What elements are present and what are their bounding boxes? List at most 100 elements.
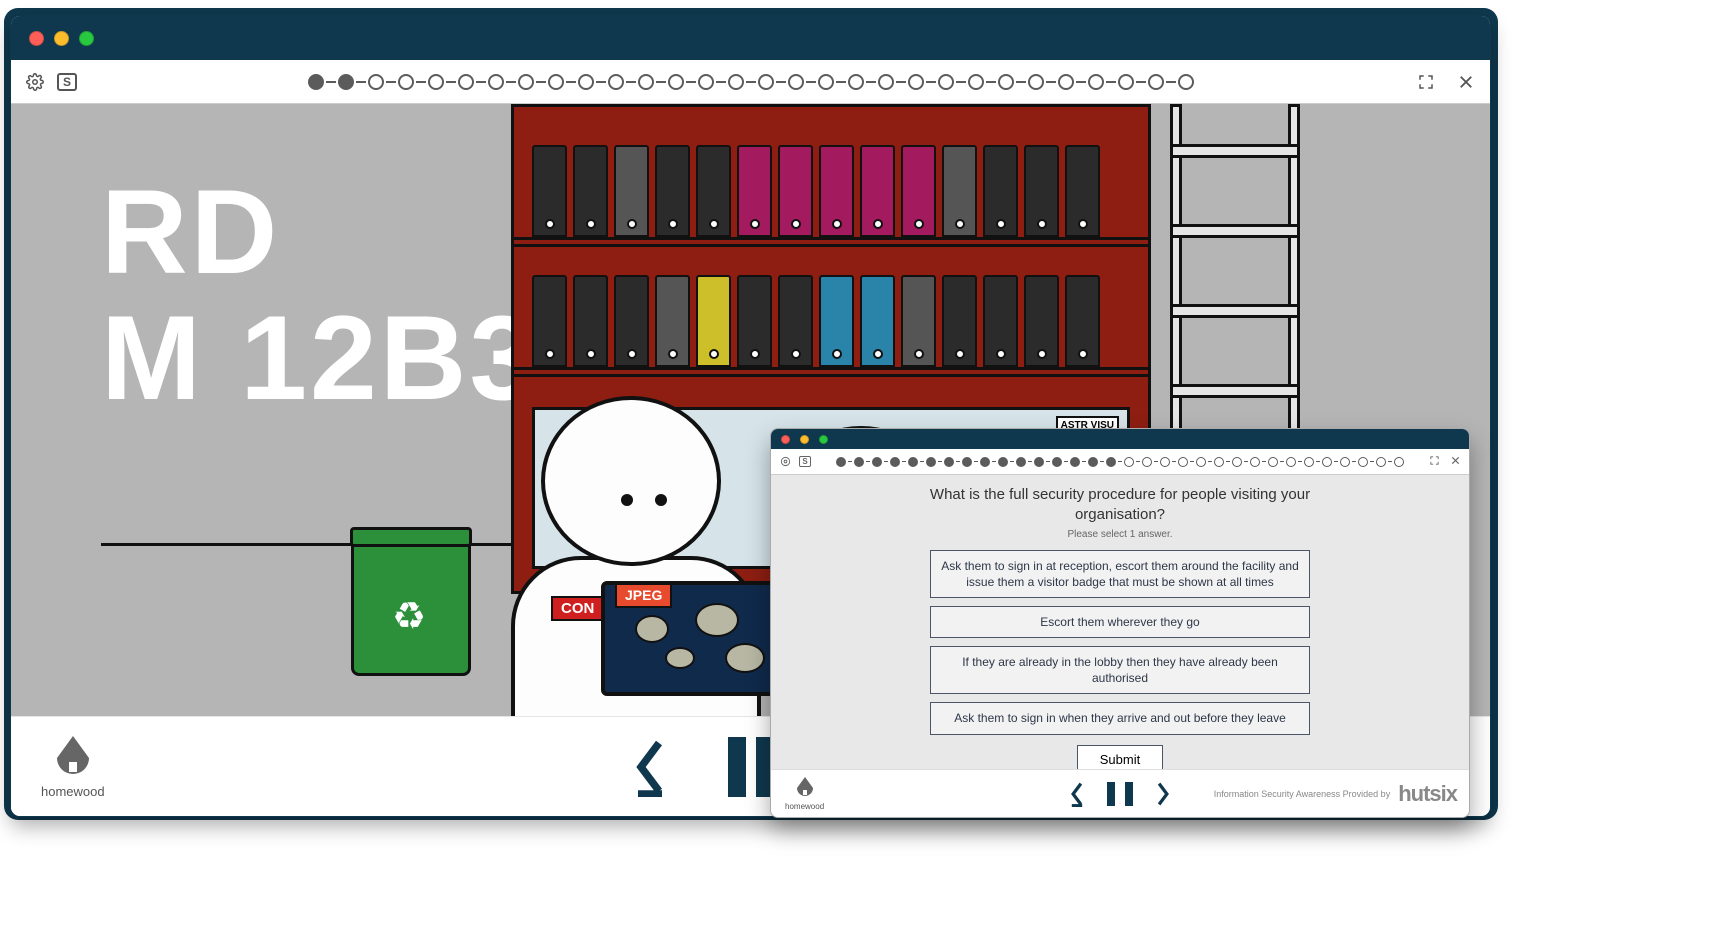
progress-dot[interactable]	[890, 457, 900, 467]
next-button[interactable]	[1155, 781, 1171, 807]
progress-dot[interactable]	[548, 74, 564, 90]
progress-dot[interactable]	[1028, 74, 1044, 90]
close-icon[interactable]	[1456, 72, 1476, 92]
progress-dot[interactable]	[1340, 457, 1350, 467]
progress-dot[interactable]	[938, 74, 954, 90]
progress-dot[interactable]	[1286, 457, 1296, 467]
progress-dot[interactable]	[398, 74, 414, 90]
progress-dot[interactable]	[758, 74, 774, 90]
progress-dot[interactable]	[698, 74, 714, 90]
quiz-option[interactable]: If they are already in the lobby then th…	[930, 646, 1310, 694]
progress-dot[interactable]	[1358, 457, 1368, 467]
progress-dot[interactable]	[1142, 457, 1152, 467]
gear-icon[interactable]	[25, 72, 45, 92]
binder	[901, 145, 936, 237]
progress-dot[interactable]	[1088, 457, 1098, 467]
progress-dot[interactable]	[338, 74, 354, 90]
progress-dot[interactable]	[1178, 457, 1188, 467]
progress-dot[interactable]	[488, 74, 504, 90]
quiz-option[interactable]: Escort them wherever they go	[930, 606, 1310, 638]
fullscreen-icon[interactable]	[1429, 455, 1440, 469]
progress-dot[interactable]	[944, 457, 954, 467]
gear-icon[interactable]	[779, 456, 791, 468]
progress-dot[interactable]	[1376, 457, 1386, 467]
progress-dot[interactable]	[908, 457, 918, 467]
progress-dot[interactable]	[836, 457, 846, 467]
progress-dot[interactable]	[1118, 74, 1134, 90]
binder	[1065, 275, 1100, 367]
quiz-option[interactable]: Ask them to sign in when they arrive and…	[930, 702, 1310, 734]
progress-dot[interactable]	[458, 74, 474, 90]
progress-dot[interactable]	[1058, 74, 1074, 90]
quiz-toolbar: S	[771, 449, 1469, 475]
progress-dot[interactable]	[1232, 457, 1242, 467]
shelf-row	[524, 137, 1138, 237]
progress-dot[interactable]	[728, 74, 744, 90]
quiz-option[interactable]: Ask them to sign in at reception, escort…	[930, 550, 1310, 598]
progress-dot[interactable]	[908, 74, 924, 90]
progress-dot[interactable]	[878, 74, 894, 90]
progress-dot[interactable]	[968, 74, 984, 90]
progress-dot[interactable]	[980, 457, 990, 467]
progress-dot[interactable]	[962, 457, 972, 467]
progress-dot[interactable]	[1268, 457, 1278, 467]
progress-dot[interactable]	[1160, 457, 1170, 467]
quiz-traffic-lights	[781, 435, 828, 444]
subtitles-icon[interactable]: S	[799, 456, 811, 467]
progress-dot[interactable]	[998, 74, 1014, 90]
quiz-titlebar	[771, 429, 1469, 449]
progress-dot[interactable]	[1088, 74, 1104, 90]
progress-dot[interactable]	[1322, 457, 1332, 467]
progress-dot[interactable]	[668, 74, 684, 90]
progress-dot[interactable]	[854, 457, 864, 467]
progress-dot[interactable]	[1394, 457, 1404, 467]
progress-dot[interactable]	[1124, 457, 1134, 467]
binder	[942, 145, 977, 237]
poster-line-1: RD	[101, 169, 539, 295]
progress-dot[interactable]	[998, 457, 1008, 467]
progress-dot[interactable]	[608, 74, 624, 90]
progress-dot[interactable]	[1070, 457, 1080, 467]
quiz-instruction: Please select 1 answer.	[1067, 529, 1172, 540]
progress-dot[interactable]	[578, 74, 594, 90]
progress-dot[interactable]	[1052, 457, 1062, 467]
progress-dot[interactable]	[1214, 457, 1224, 467]
progress-dot[interactable]	[1250, 457, 1260, 467]
progress-dot[interactable]	[872, 457, 882, 467]
progress-dot[interactable]	[518, 74, 534, 90]
progress-dot[interactable]	[1106, 457, 1116, 467]
minimize-window-button[interactable]	[800, 435, 809, 444]
background-poster-text: RD M 12B3	[101, 169, 539, 421]
progress-dot[interactable]	[1178, 74, 1194, 90]
progress-dot[interactable]	[638, 74, 654, 90]
previous-button[interactable]	[1069, 781, 1085, 807]
previous-button[interactable]	[632, 737, 668, 797]
progress-dot[interactable]	[1304, 457, 1314, 467]
submit-button[interactable]: Submit	[1077, 745, 1163, 769]
binder	[983, 145, 1018, 237]
close-window-button[interactable]	[29, 31, 44, 46]
progress-dot[interactable]	[848, 74, 864, 90]
progress-dot[interactable]	[428, 74, 444, 90]
progress-dot[interactable]	[818, 74, 834, 90]
progress-dot[interactable]	[1196, 457, 1206, 467]
progress-indicator	[308, 74, 1194, 90]
pause-button[interactable]	[728, 737, 774, 797]
minimize-window-button[interactable]	[54, 31, 69, 46]
progress-dot[interactable]	[308, 74, 324, 90]
subtitles-icon[interactable]: S	[57, 73, 77, 91]
progress-dot[interactable]	[1148, 74, 1164, 90]
close-window-button[interactable]	[781, 435, 790, 444]
close-icon[interactable]	[1450, 455, 1461, 469]
maximize-window-button[interactable]	[79, 31, 94, 46]
progress-dot[interactable]	[788, 74, 804, 90]
maximize-window-button[interactable]	[819, 435, 828, 444]
progress-dot[interactable]	[1016, 457, 1026, 467]
progress-dot[interactable]	[926, 457, 936, 467]
progress-dot[interactable]	[1034, 457, 1044, 467]
binder	[1024, 145, 1059, 237]
fullscreen-icon[interactable]	[1416, 72, 1436, 92]
pause-button[interactable]	[1107, 782, 1133, 806]
binder	[1065, 145, 1100, 237]
progress-dot[interactable]	[368, 74, 384, 90]
